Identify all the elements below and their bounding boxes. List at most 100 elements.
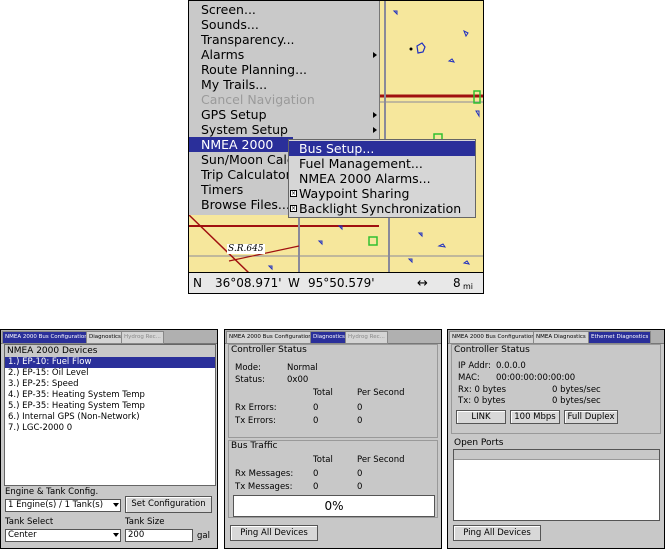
tx-messages-per-second: 0 — [357, 482, 363, 492]
status-label: Status: — [235, 375, 265, 385]
tab-bus-configuration[interactable]: NMEA 2000 Bus Configuration — [226, 331, 315, 344]
duplex-button[interactable]: Full Duplex — [564, 410, 618, 424]
tx-messages-total: 0 — [313, 482, 319, 492]
rx-messages-label: Rx Messages: — [235, 469, 294, 479]
mac-label: MAC: — [458, 373, 480, 383]
longitude-direction: W — [288, 276, 300, 290]
tx-errors-per-second: 0 — [357, 416, 363, 426]
total-header: Total — [313, 455, 333, 465]
controller-status-group: Controller Status Mode: Normal Status: 0… — [228, 344, 438, 438]
tab-hidden[interactable]: Hydrog Rec... — [345, 331, 388, 344]
ethernet-diagnostics-panel: NMEA 2000 Bus Configuration NMEA Diagnos… — [447, 329, 665, 549]
tab-diagnostics[interactable]: Diagnostics — [310, 331, 348, 344]
menu-item[interactable]: Alarms — [201, 47, 244, 62]
nmea-2000-submenu: Bus Setup... Fuel Management... NMEA 2000 … — [288, 139, 476, 218]
device-list-item[interactable]: 2.) EP-15: Oil Level — [5, 368, 215, 379]
link-speed-button[interactable]: 100 Mbps — [510, 410, 560, 424]
ping-all-devices-button[interactable]: Ping All Devices — [230, 525, 318, 541]
submenu-item[interactable]: Waypoint Sharing — [299, 186, 409, 201]
tab-diagnostics[interactable]: Diagnostics — [86, 331, 124, 344]
tank-select[interactable]: Center — [5, 529, 121, 542]
engine-tank-select[interactable]: 1 Engine(s) / 1 Tank(s) — [5, 499, 121, 512]
bus-configuration-panel: NMEA 2000 Bus Configuration Diagnostics … — [0, 329, 218, 549]
ping-all-devices-button[interactable]: Ping All Devices — [453, 525, 541, 541]
open-ports-title: Open Ports — [454, 438, 504, 448]
tab-bar: NMEA 2000 Bus Configuration Diagnostics … — [1, 330, 217, 344]
chevron-right-icon — [373, 112, 377, 118]
rx-bytes: Rx: 0 bytes — [458, 385, 507, 395]
tx-bytes: Tx: 0 bytes — [458, 396, 506, 406]
rx-messages-total: 0 — [313, 469, 319, 479]
menu-item[interactable]: Transparency... — [201, 32, 295, 47]
bus-traffic-group: Bus Traffic Total Per Second Rx Messages… — [228, 440, 438, 518]
device-list-item[interactable]: 4.) EP-35: Heating System Temp — [5, 390, 215, 401]
link-status-button[interactable]: LINK — [456, 410, 506, 424]
submenu-item[interactable]: Backlight Synchronization — [299, 201, 461, 216]
status-bar: N 36°08.971' W 95°50.579' ↔ 8 mi — [189, 272, 483, 293]
total-header: Total — [313, 388, 333, 398]
submenu-item[interactable]: NMEA 2000 Alarms... — [299, 171, 431, 186]
rx-errors-label: Rx Errors: — [235, 403, 277, 413]
submenu-item[interactable]: Fuel Management... — [299, 156, 423, 171]
device-list-item[interactable]: 7.) LGC-2000 0 — [5, 423, 215, 434]
device-list-item[interactable]: 6.) Internal GPS (Non-Network) — [5, 412, 215, 423]
map-screen: S.R.645 Screen... Sounds... Transparency..… — [188, 0, 484, 294]
tab-bar: NMEA 2000 Bus Configuration Diagnostics … — [225, 330, 441, 344]
submenu-item[interactable]: Bus Setup... — [289, 141, 475, 156]
tab-ethernet-diagnostics[interactable]: Ethernet Diagnostics — [588, 331, 652, 344]
tx-messages-label: Tx Messages: — [235, 482, 293, 492]
chevron-down-icon — [113, 533, 119, 537]
tab-bus-configuration[interactable]: NMEA 2000 Bus Configuration — [449, 331, 538, 344]
menu-item[interactable]: My Trails... — [201, 77, 267, 92]
tank-size-value: 200 — [128, 530, 145, 540]
engine-tank-label: Engine & Tank Config. — [5, 487, 99, 497]
menu-item[interactable]: Sun/Moon Calc — [201, 152, 294, 167]
rx-messages-per-second: 0 — [357, 469, 363, 479]
menu-item[interactable]: NMEA 2000 — [189, 137, 293, 152]
menu-item[interactable]: Browse Files... — [201, 197, 290, 212]
tab-bus-configuration[interactable]: NMEA 2000 Bus Configuration — [2, 331, 91, 344]
devices-list-header: NMEA 2000 Devices — [5, 345, 215, 357]
menu-item: Cancel Navigation — [201, 92, 315, 107]
zoom-range-icon: ↔ — [417, 276, 428, 291]
menu-item[interactable]: GPS Setup — [201, 107, 267, 122]
ip-address-value: 0.0.0.0 — [496, 361, 526, 371]
device-list-item[interactable]: 5.) EP-35: Heating System Temp — [5, 401, 215, 412]
mac-value: 00:00:00:00:00:00 — [496, 373, 576, 383]
tank-size-unit: gal — [197, 531, 210, 541]
checkbox-checked-icon[interactable]: × — [290, 190, 297, 197]
menu-item[interactable]: Timers — [201, 182, 243, 197]
status-value: 0x00 — [287, 375, 309, 385]
diagnostics-panel: NMEA 2000 Bus Configuration Diagnostics … — [224, 329, 442, 549]
devices-list[interactable]: NMEA 2000 Devices 1.) EP-10: Fuel Flow 2.… — [4, 344, 216, 486]
set-configuration-button[interactable]: Set Configuration — [125, 496, 212, 513]
mode-label: Mode: — [235, 363, 262, 373]
menu-item[interactable]: Trip Calculator — [201, 167, 291, 182]
menu-item[interactable]: Screen... — [201, 2, 256, 17]
road-label: S.R.645 — [227, 244, 265, 254]
bus-load-bar: 0% — [233, 495, 435, 517]
ip-address-label: IP Addr: — [458, 361, 491, 371]
tank-size-input[interactable]: 200 — [125, 529, 193, 542]
tab-bar: NMEA 2000 Bus Configuration NMEA Diagnos… — [448, 330, 664, 344]
mode-value: Normal — [287, 363, 318, 373]
checkbox-checked-icon[interactable]: × — [290, 205, 297, 212]
menu-item[interactable]: Route Planning... — [201, 62, 307, 77]
rx-errors-total: 0 — [313, 403, 319, 413]
device-list-item[interactable]: 3.) EP-25: Speed — [5, 379, 215, 390]
open-ports-list[interactable] — [453, 449, 660, 521]
chevron-right-icon — [373, 127, 377, 133]
menu-item[interactable]: System Setup — [201, 122, 288, 137]
engine-tank-value: 1 Engine(s) / 1 Tank(s) — [8, 500, 104, 510]
tab-hidden[interactable]: Hydrog Rec... — [121, 331, 164, 344]
controller-status-group: Controller Status IP Addr: 0.0.0.0 MAC: … — [451, 344, 661, 434]
longitude-value: 95°50.579' — [308, 276, 375, 290]
tank-size-label: Tank Size — [125, 517, 165, 527]
device-list-item[interactable]: 1.) EP-10: Fuel Flow — [5, 357, 215, 368]
per-second-header: Per Second — [357, 388, 405, 398]
controller-status-title: Controller Status — [231, 345, 307, 355]
menu-item[interactable]: Sounds... — [201, 17, 259, 32]
tab-nmea-diagnostics[interactable]: NMEA Diagnostics — [533, 331, 589, 344]
controller-status-title: Controller Status — [454, 345, 530, 355]
bus-traffic-title: Bus Traffic — [231, 441, 278, 451]
